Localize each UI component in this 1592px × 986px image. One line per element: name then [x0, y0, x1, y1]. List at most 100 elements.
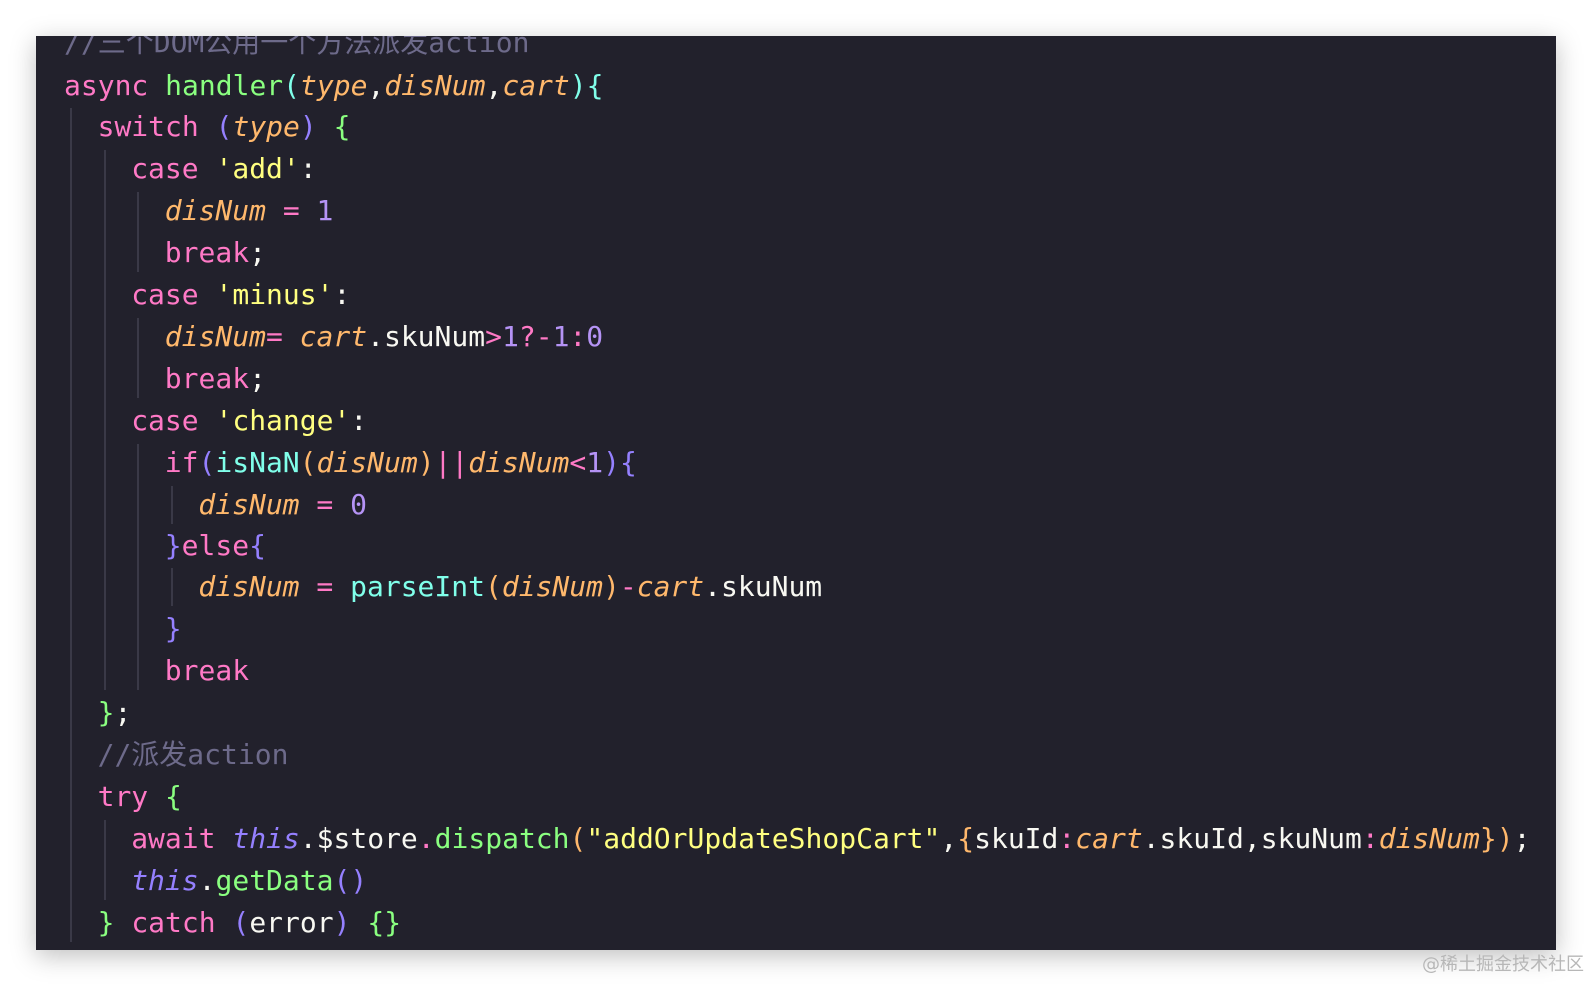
indent-guide	[137, 192, 140, 272]
code-token: (	[198, 446, 216, 479]
code-token: dispatch	[434, 822, 570, 855]
code-token: =	[316, 570, 351, 603]
code-token: =	[265, 320, 300, 353]
code-line: case 'add':	[131, 148, 316, 190]
code-token: ){	[569, 69, 604, 102]
code-token: (	[569, 822, 587, 855]
code-token: {	[165, 780, 182, 813]
code-line: this.getData()	[131, 860, 367, 902]
code-token: disNum	[316, 446, 418, 479]
code-line: };	[98, 692, 132, 734]
code-token: <	[569, 446, 587, 479]
code-line: break	[165, 650, 249, 692]
code-line: disNum = parseInt(disNum)-cart.skuNum	[198, 566, 822, 608]
code-token: disNum	[1378, 822, 1480, 855]
code-token: .	[417, 822, 435, 855]
code-token: if	[164, 446, 199, 479]
code-token: //三个DOM公用一个方法派发action	[64, 36, 530, 59]
code-token: //派发action	[97, 738, 289, 771]
code-token: 1	[316, 194, 334, 227]
code-line: }else{	[165, 525, 266, 567]
code-line: switch (type) {	[98, 106, 351, 148]
code-token: case	[131, 278, 216, 311]
indent-guide	[70, 108, 72, 942]
code-token: )	[1496, 822, 1514, 855]
code-token: (	[232, 906, 250, 939]
code-token: .skuNum	[704, 570, 823, 603]
code-token: case	[131, 152, 216, 185]
code-token: 0	[586, 320, 604, 353]
code-line: break;	[165, 232, 266, 274]
code-token: await	[131, 822, 233, 855]
indent-guide	[170, 568, 173, 606]
code-token: async	[64, 69, 166, 102]
code-token: switch	[97, 110, 216, 143]
code-token: ;	[249, 236, 266, 269]
code-token: ?-	[518, 320, 553, 353]
code-token: cart	[636, 570, 705, 603]
code-token: =	[282, 194, 317, 227]
code-token: disNum	[384, 69, 486, 102]
code-token: )	[603, 570, 620, 603]
code-token: "addOrUpdateShopCart"	[586, 822, 941, 855]
code-token: case	[131, 404, 216, 437]
code-line: } catch (error) {}	[98, 902, 401, 944]
code-token: 'minus'	[215, 278, 334, 311]
code-token: ;	[114, 696, 132, 729]
code-token: {	[333, 110, 351, 143]
code-token: :	[1361, 822, 1379, 855]
code-token: disNum	[198, 570, 317, 603]
code-token: ,	[940, 822, 958, 855]
code-token: :	[333, 278, 351, 311]
code-token: .	[198, 864, 216, 897]
code-token: }	[1479, 822, 1497, 855]
code-token: (	[283, 69, 301, 102]
code-token: ;	[249, 362, 266, 395]
code-token: catch	[131, 906, 233, 939]
code-token: this	[232, 822, 300, 855]
code-token: ){	[603, 446, 637, 479]
code-token: }	[97, 696, 115, 729]
code-token: 'change'	[215, 404, 351, 437]
code-token: cart	[1075, 822, 1143, 855]
code-token: disNum	[164, 320, 266, 353]
indent-guide	[137, 444, 140, 690]
code-token: .$store	[299, 822, 418, 855]
code-token: this	[131, 864, 199, 897]
code-token: 'add'	[215, 152, 300, 185]
code-token: break	[164, 236, 250, 269]
code-token: -	[619, 570, 637, 603]
code-token: }	[164, 529, 182, 562]
code-token: (	[299, 446, 317, 479]
code-token: 1	[501, 320, 519, 353]
code-token: try	[97, 780, 166, 813]
code-line: await this.$store.dispatch("addOrUpdateS…	[131, 818, 1530, 860]
code-line: //派发action	[98, 734, 289, 776]
code-token: )	[299, 110, 334, 143]
code-line: async handler(type,disNum,cart){	[64, 65, 604, 107]
code-token: disNum	[164, 194, 283, 227]
code-line: if(isNaN(disNum)||disNum<1){	[165, 442, 637, 484]
code-token: type	[300, 69, 368, 102]
code-token: disNum	[198, 488, 317, 521]
code-token: ;	[1513, 822, 1531, 855]
indent-guide	[170, 486, 173, 524]
code-editor: //三个DOM公用一个方法派发action async handler(type,…	[36, 36, 1556, 950]
code-token: {	[249, 529, 266, 562]
code-token: isNaN	[215, 446, 300, 479]
code-line: disNum = 0	[198, 484, 367, 526]
code-token: 1	[586, 446, 604, 479]
code-token: >	[485, 320, 502, 353]
code-token: cart	[299, 320, 368, 353]
code-token: )	[333, 906, 368, 939]
code-token: error	[249, 906, 334, 939]
code-token: (	[484, 570, 502, 603]
code-token: }	[164, 612, 182, 645]
code-token: 1	[552, 320, 570, 353]
code-line: }	[165, 608, 182, 650]
code-token: }	[97, 906, 132, 939]
code-line: break;	[165, 358, 266, 400]
code-token: handler	[165, 69, 284, 102]
code-token: .skuId,skuNum	[1142, 822, 1362, 855]
code-token: :	[1058, 822, 1076, 855]
